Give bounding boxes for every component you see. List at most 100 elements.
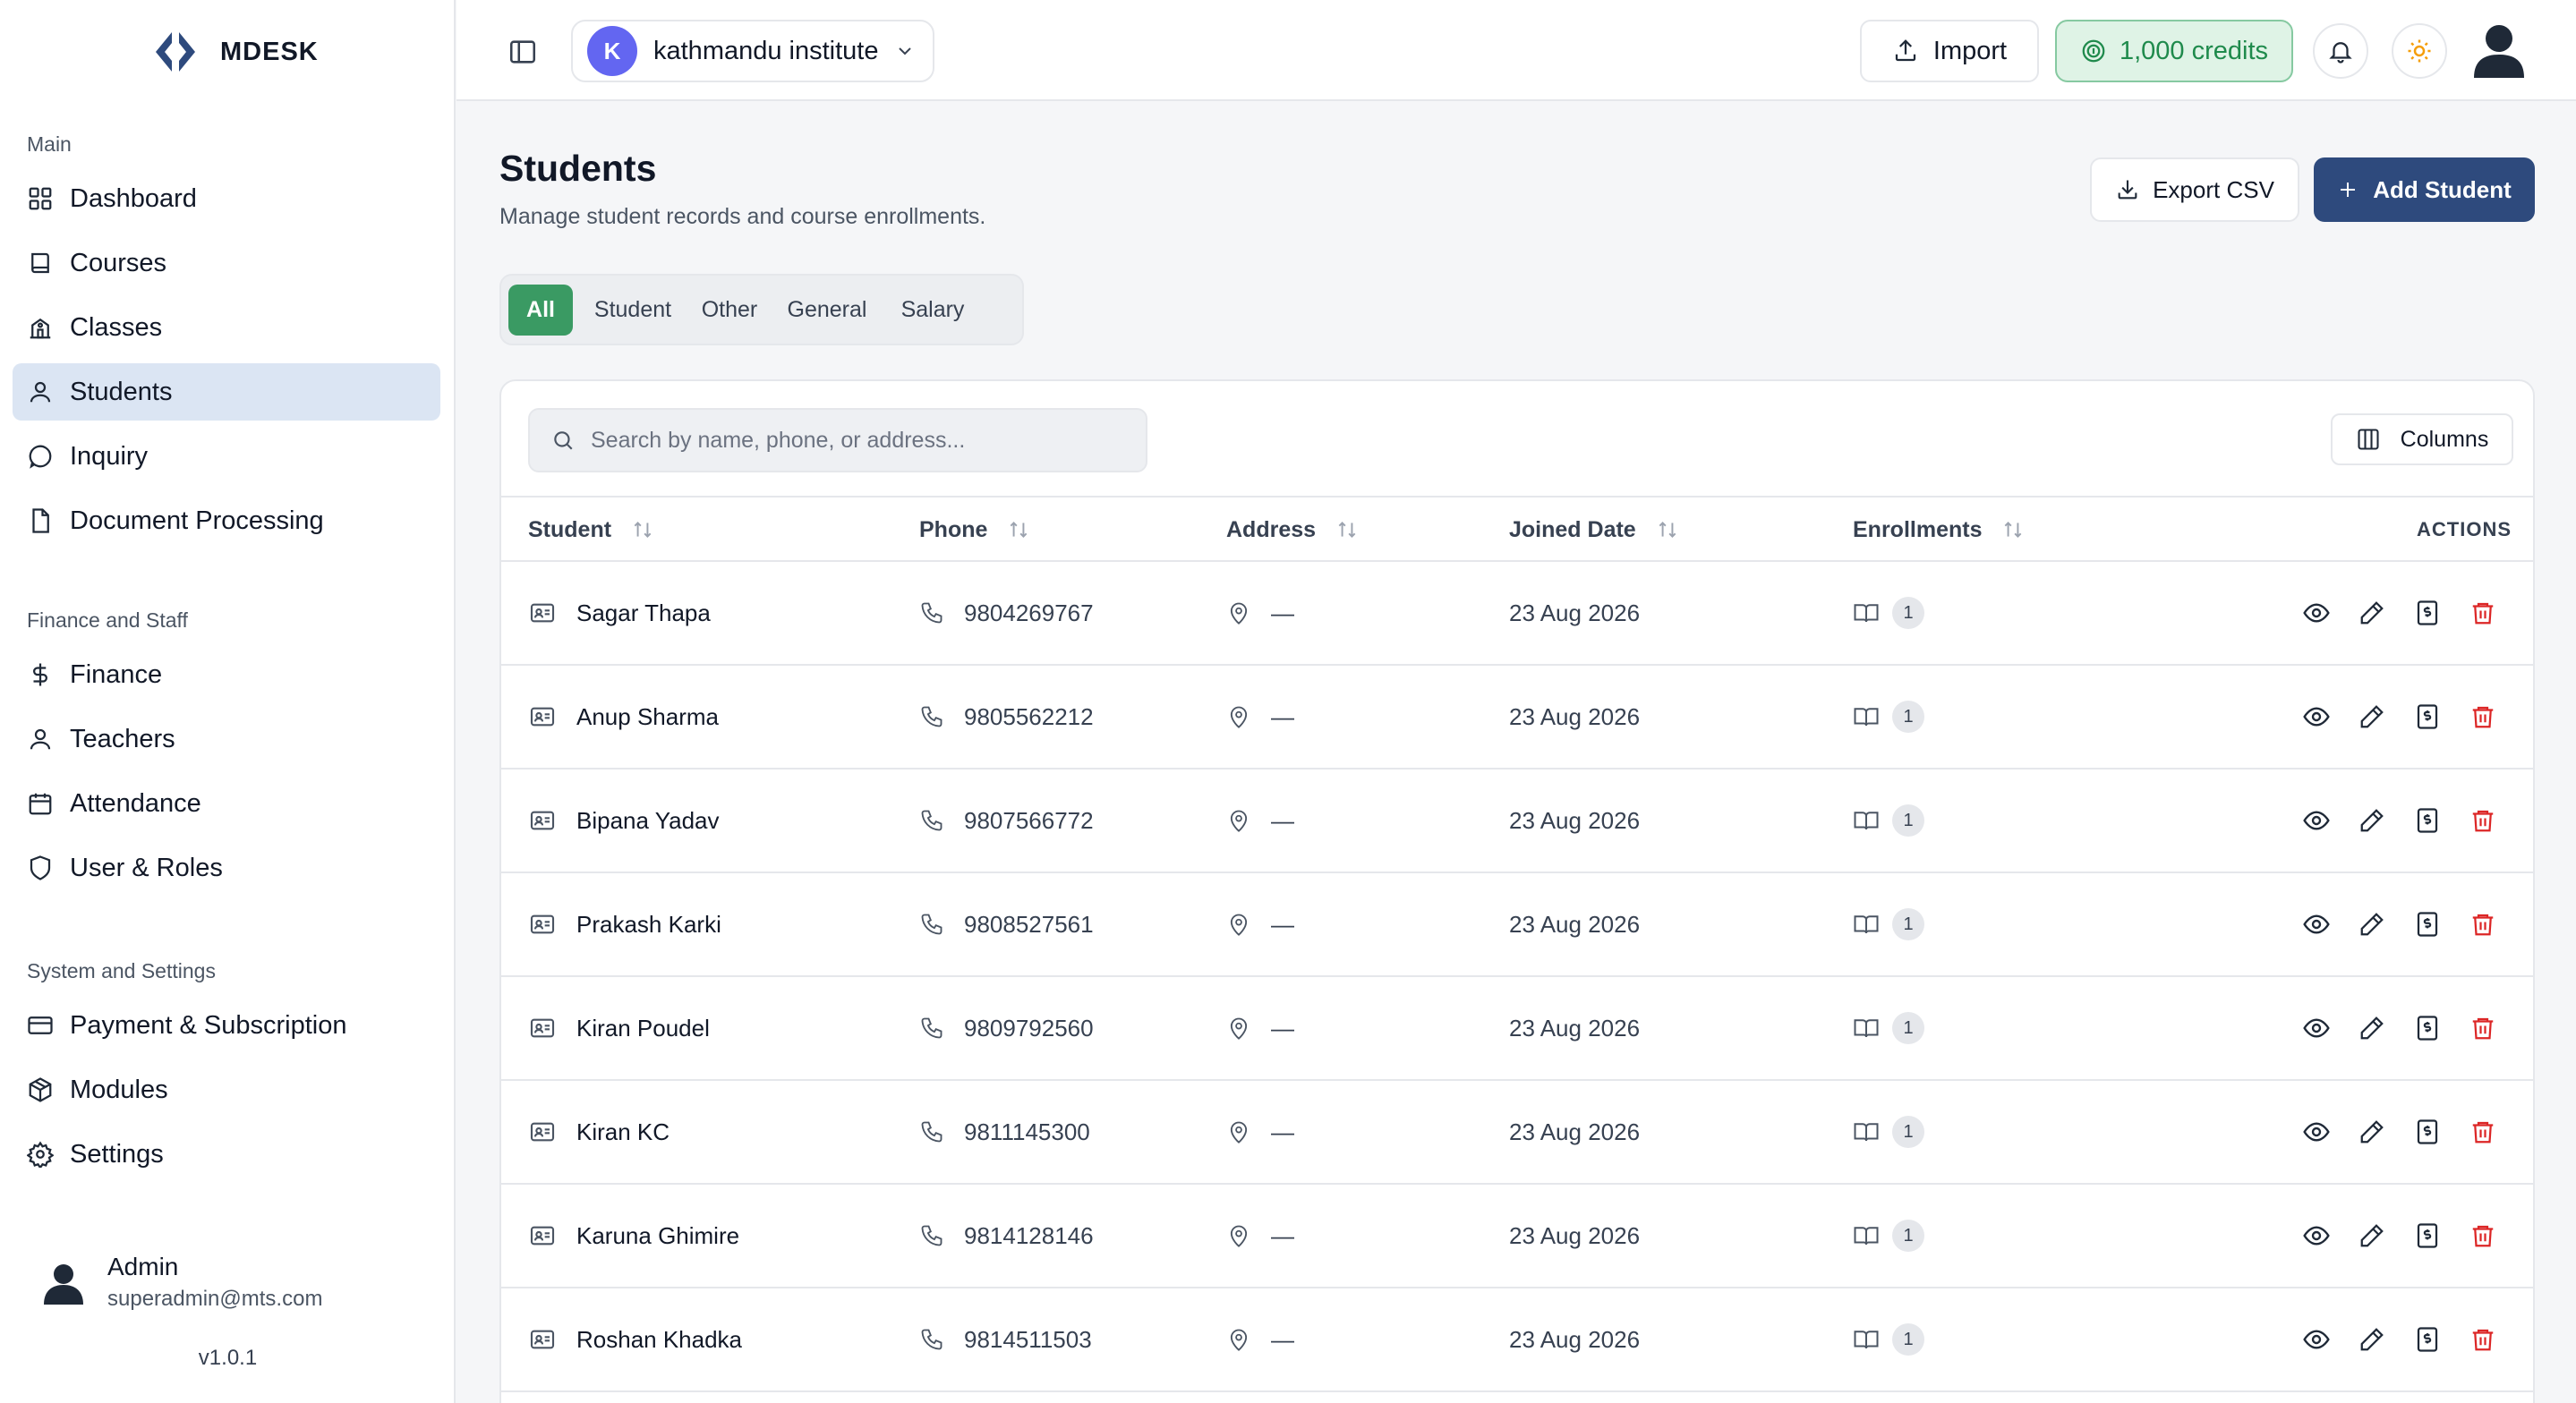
- edit-icon[interactable]: [2358, 806, 2386, 835]
- theme-toggle-button[interactable]: [2392, 23, 2447, 79]
- sidebar-item-teachers[interactable]: Teachers: [13, 710, 440, 768]
- brand[interactable]: MDESK: [152, 27, 319, 77]
- export-csv-button[interactable]: Export CSV: [2090, 157, 2299, 222]
- phone-icon: [919, 704, 944, 729]
- delete-icon[interactable]: [2469, 1221, 2497, 1250]
- edit-icon[interactable]: [2358, 702, 2386, 731]
- sidebar-toggle-button[interactable]: [503, 32, 542, 72]
- student-name[interactable]: Bipana Yadav: [576, 807, 720, 835]
- import-button[interactable]: Import: [1860, 20, 2039, 82]
- user-profile[interactable]: Admin superadmin@mts.com: [39, 1253, 322, 1312]
- enrollment-count-badge: 1: [1892, 804, 1924, 837]
- sidebar-item-user-roles[interactable]: User & Roles: [13, 839, 440, 897]
- view-icon[interactable]: [2302, 599, 2331, 627]
- delete-icon[interactable]: [2469, 599, 2497, 627]
- sidebar-item-attendance[interactable]: Attendance: [13, 775, 440, 832]
- column-header-phone[interactable]: Phone: [919, 497, 1030, 562]
- view-icon[interactable]: [2302, 1325, 2331, 1354]
- student-name[interactable]: Kiran Poudel: [576, 1015, 710, 1042]
- view-icon[interactable]: [2302, 1221, 2331, 1250]
- view-icon[interactable]: [2302, 1118, 2331, 1146]
- invoice-icon[interactable]: [2413, 599, 2442, 627]
- invoice-icon[interactable]: [2413, 1014, 2442, 1042]
- tab-all[interactable]: All: [508, 285, 573, 336]
- edit-icon[interactable]: [2358, 1014, 2386, 1042]
- joined-date-cell: 23 Aug 2026: [1509, 1185, 1640, 1287]
- delete-icon[interactable]: [2469, 1325, 2497, 1354]
- invoice-icon[interactable]: [2413, 702, 2442, 731]
- id-card-icon: [528, 1014, 557, 1042]
- table-row[interactable]: Anup Sharma 9805562212 — 23 Aug 2026 1: [501, 666, 2533, 770]
- map-pin-icon: [1226, 704, 1251, 729]
- edit-icon[interactable]: [2358, 910, 2386, 939]
- student-name[interactable]: Roshan Khadka: [576, 1326, 742, 1354]
- search-input[interactable]: [591, 427, 1128, 454]
- notifications-button[interactable]: [2313, 23, 2368, 79]
- dollar-icon: [27, 661, 54, 688]
- invoice-icon[interactable]: [2413, 1325, 2442, 1354]
- tab-other[interactable]: Other: [689, 285, 770, 336]
- address-cell: —: [1226, 770, 1294, 872]
- tab-salary[interactable]: Salary: [884, 285, 981, 336]
- table-row[interactable]: Bipana Yadav 9807566772 — 23 Aug 2026 1: [501, 770, 2533, 873]
- delete-icon[interactable]: [2469, 806, 2497, 835]
- delete-icon[interactable]: [2469, 1118, 2497, 1146]
- student-name[interactable]: Anup Sharma: [576, 703, 719, 731]
- invoice-icon[interactable]: [2413, 1118, 2442, 1146]
- sidebar-item-label: Finance: [70, 659, 163, 689]
- delete-icon[interactable]: [2469, 910, 2497, 939]
- organization-switcher[interactable]: K kathmandu institute: [571, 20, 934, 82]
- sidebar-item-inquiry[interactable]: Inquiry: [13, 428, 440, 485]
- edit-icon[interactable]: [2358, 1221, 2386, 1250]
- sidebar-item-document-processing[interactable]: Document Processing: [13, 492, 440, 549]
- phone-cell: 9811145300: [919, 1081, 1090, 1183]
- student-name[interactable]: Sagar Thapa: [576, 599, 711, 627]
- credits-badge[interactable]: 1,000 credits: [2055, 20, 2293, 82]
- invoice-icon[interactable]: [2413, 910, 2442, 939]
- sidebar-item-classes[interactable]: Classes: [13, 299, 440, 356]
- edit-icon[interactable]: [2358, 1118, 2386, 1146]
- id-card-icon: [528, 806, 557, 835]
- edit-icon[interactable]: [2358, 1325, 2386, 1354]
- invoice-icon[interactable]: [2413, 1221, 2442, 1250]
- add-student-button[interactable]: Add Student: [2314, 157, 2535, 222]
- student-name[interactable]: Karuna Ghimire: [576, 1222, 739, 1250]
- sidebar-item-students[interactable]: Students: [13, 363, 440, 421]
- view-icon[interactable]: [2302, 702, 2331, 731]
- map-pin-icon: [1226, 912, 1251, 937]
- tab-general[interactable]: General: [777, 285, 877, 336]
- sidebar-item-dashboard[interactable]: Dashboard: [13, 170, 440, 227]
- view-icon[interactable]: [2302, 806, 2331, 835]
- table-row[interactable]: Prakash Karki 9808527561 — 23 Aug 2026 1: [501, 873, 2533, 977]
- table-row[interactable]: Roshan Khadka 9814511503 — 23 Aug 2026 1: [501, 1288, 2533, 1392]
- delete-icon[interactable]: [2469, 1014, 2497, 1042]
- sidebar-item-settings[interactable]: Settings: [13, 1126, 440, 1183]
- view-icon[interactable]: [2302, 910, 2331, 939]
- edit-icon[interactable]: [2358, 599, 2386, 627]
- sidebar-item-payment-subscription[interactable]: Payment & Subscription: [13, 997, 440, 1054]
- table-row[interactable]: Kiran Poudel 9809792560 — 23 Aug 2026 1: [501, 977, 2533, 1081]
- tab-student[interactable]: Student: [584, 285, 682, 336]
- user-email: superadmin@mts.com: [107, 1287, 323, 1311]
- table-row[interactable]: Sagar Thapa 9804269767 — 23 Aug 2026 1: [501, 562, 2533, 666]
- sidebar-item-courses[interactable]: Courses: [13, 234, 440, 292]
- columns-button[interactable]: Columns: [2331, 413, 2513, 465]
- search-box[interactable]: [528, 408, 1147, 472]
- user-menu-button[interactable]: [2463, 14, 2535, 86]
- column-header-joined-date[interactable]: Joined Date: [1509, 497, 1679, 562]
- address-value: —: [1271, 702, 1294, 730]
- column-header-enrollments[interactable]: Enrollments: [1853, 497, 2025, 562]
- delete-icon[interactable]: [2469, 702, 2497, 731]
- table-row[interactable]: Karuna Ghimire 9814128146 — 23 Aug 2026 1: [501, 1185, 2533, 1288]
- column-header-student[interactable]: Student: [528, 497, 654, 562]
- row-actions: [2302, 1081, 2497, 1183]
- invoice-icon[interactable]: [2413, 806, 2442, 835]
- sidebar-item-modules[interactable]: Modules: [13, 1061, 440, 1118]
- id-card-icon: [528, 702, 557, 731]
- sidebar-item-finance[interactable]: Finance: [13, 646, 440, 703]
- student-name[interactable]: Prakash Karki: [576, 911, 721, 939]
- column-header-address[interactable]: Address: [1226, 497, 1359, 562]
- view-icon[interactable]: [2302, 1014, 2331, 1042]
- table-row[interactable]: Kiran KC 9811145300 — 23 Aug 2026 1: [501, 1081, 2533, 1185]
- student-name[interactable]: Kiran KC: [576, 1118, 670, 1146]
